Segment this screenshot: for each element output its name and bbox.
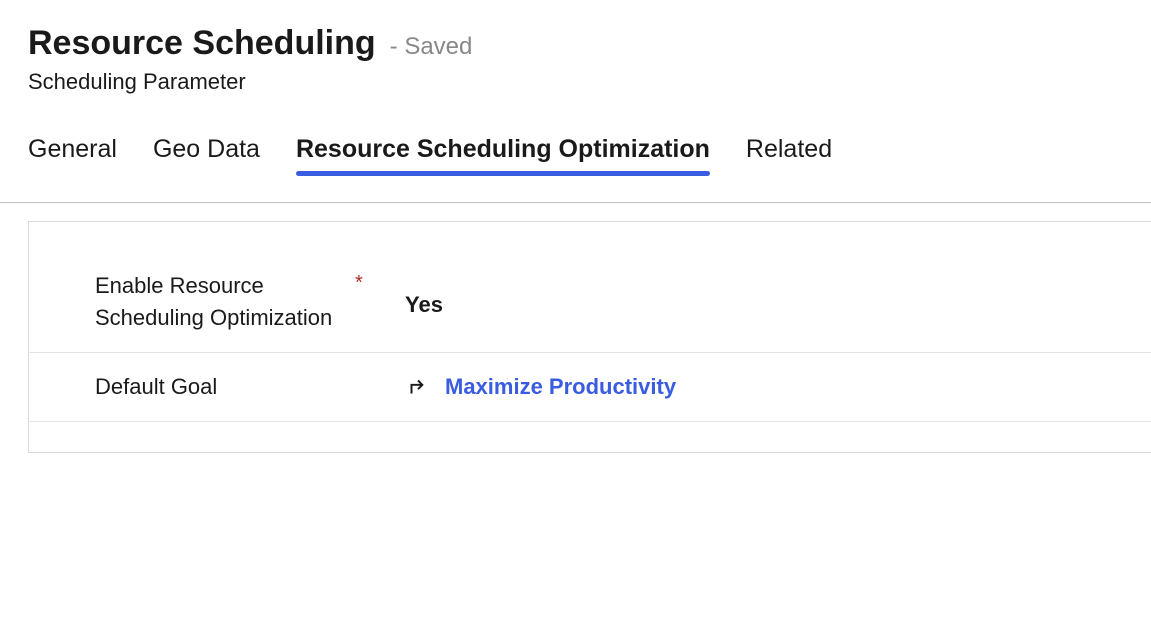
- save-status: - Saved: [390, 33, 473, 61]
- required-marker-icon: *: [355, 270, 405, 295]
- field-default-goal: Default Goal Maximize Productivity: [29, 353, 1151, 422]
- tab-geo-data[interactable]: Geo Data: [153, 135, 260, 174]
- tab-bar: General Geo Data Resource Scheduling Opt…: [0, 135, 1151, 174]
- tab-related[interactable]: Related: [746, 135, 832, 174]
- tab-resource-scheduling-optimization[interactable]: Resource Scheduling Optimization: [296, 135, 710, 174]
- tab-divider: [0, 202, 1151, 203]
- page-title: Resource Scheduling: [28, 24, 376, 63]
- field-label: Default Goal: [95, 371, 355, 403]
- field-label: Enable Resource Scheduling Optimization: [95, 270, 355, 334]
- page-subtitle: Scheduling Parameter: [28, 69, 1123, 95]
- required-marker-placeholder: [355, 371, 405, 373]
- field-enable-rso: Enable Resource Scheduling Optimization …: [29, 252, 1151, 353]
- title-row: Resource Scheduling - Saved: [28, 24, 1123, 63]
- lookup-link-default-goal[interactable]: Maximize Productivity: [445, 374, 676, 400]
- page-header: Resource Scheduling - Saved Scheduling P…: [0, 0, 1151, 95]
- tab-general[interactable]: General: [28, 135, 117, 174]
- form-panel: Enable Resource Scheduling Optimization …: [28, 221, 1151, 453]
- field-value-enable-rso[interactable]: Yes: [405, 286, 443, 318]
- field-value-default-goal[interactable]: Maximize Productivity: [405, 374, 676, 400]
- lookup-icon: [405, 374, 431, 400]
